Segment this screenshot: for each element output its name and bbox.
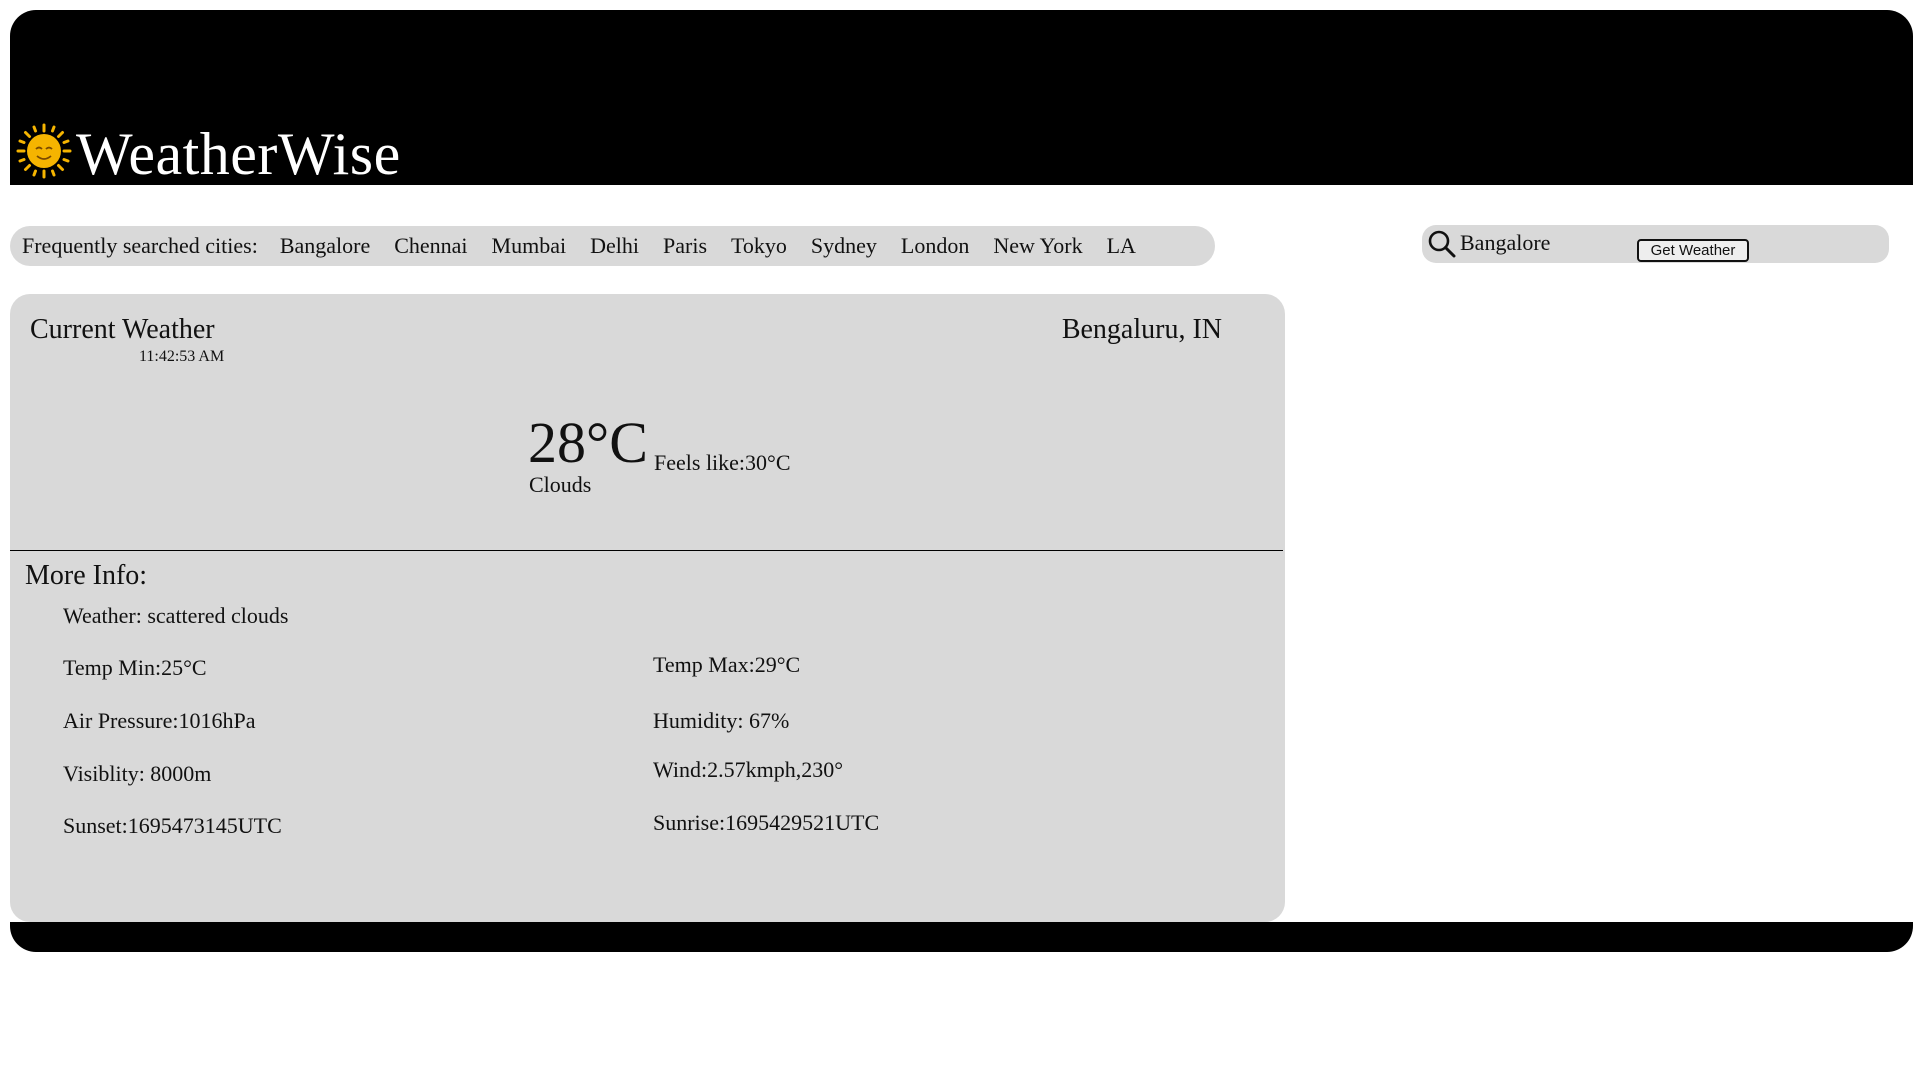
search-icon[interactable] (1427, 229, 1457, 259)
weather-condition: Clouds (529, 472, 592, 497)
location-name: Bengaluru, IN (1061, 314, 1222, 345)
wind: Wind:2.57kmph,230° (653, 757, 844, 782)
section-divider (10, 550, 1283, 551)
temp-min: Temp Min:25°C (63, 655, 207, 680)
current-weather-title: Current Weather (30, 314, 215, 345)
city-link-sydney[interactable]: Sydney (811, 233, 877, 259)
more-info-title: More Info: (25, 560, 148, 591)
city-search-input[interactable] (1460, 229, 1630, 257)
get-weather-button[interactable]: Get Weather (1637, 239, 1749, 262)
weather-card: Current Weather 11:42:53 AM Bengaluru, I… (10, 294, 1285, 922)
air-pressure: Air Pressure:1016hPa (63, 708, 256, 733)
sun-smiley-icon (16, 123, 72, 179)
humidity: Humidity: 67% (653, 708, 790, 733)
city-link-mumbai[interactable]: Mumbai (492, 233, 567, 259)
city-link-delhi[interactable]: Delhi (590, 233, 639, 259)
visibility: Visiblity: 8000m (63, 761, 212, 786)
temperature: 28°C (528, 410, 648, 475)
frequent-cities-label: Frequently searched cities: (22, 233, 258, 258)
current-time: 11:42:53 AM (139, 348, 225, 365)
temp-max: Temp Max:29°C (653, 652, 801, 677)
city-link-bangalore[interactable]: Bangalore (280, 233, 370, 259)
feels-like: Feels like:30°C (654, 450, 791, 475)
city-link-new-york[interactable]: New York (993, 233, 1082, 259)
footer-bar (10, 922, 1913, 952)
city-link-tokyo[interactable]: Tokyo (731, 233, 787, 259)
frequent-cities-bar: Frequently searched cities: Bangalore Ch… (10, 226, 1215, 266)
search-bar: Get Weather (1422, 225, 1889, 263)
header-bar: WeatherWise (10, 10, 1913, 187)
city-link-la[interactable]: LA (1107, 233, 1136, 259)
app-title: WeatherWise (76, 121, 401, 187)
city-link-london[interactable]: London (901, 233, 969, 259)
sunrise: Sunrise:1695429521UTC (653, 810, 880, 835)
weather-description: Weather: scattered clouds (63, 603, 289, 628)
city-link-paris[interactable]: Paris (663, 233, 707, 259)
city-link-chennai[interactable]: Chennai (394, 233, 467, 259)
sunset: Sunset:1695473145UTC (63, 813, 282, 838)
brand: WeatherWise (16, 121, 401, 187)
